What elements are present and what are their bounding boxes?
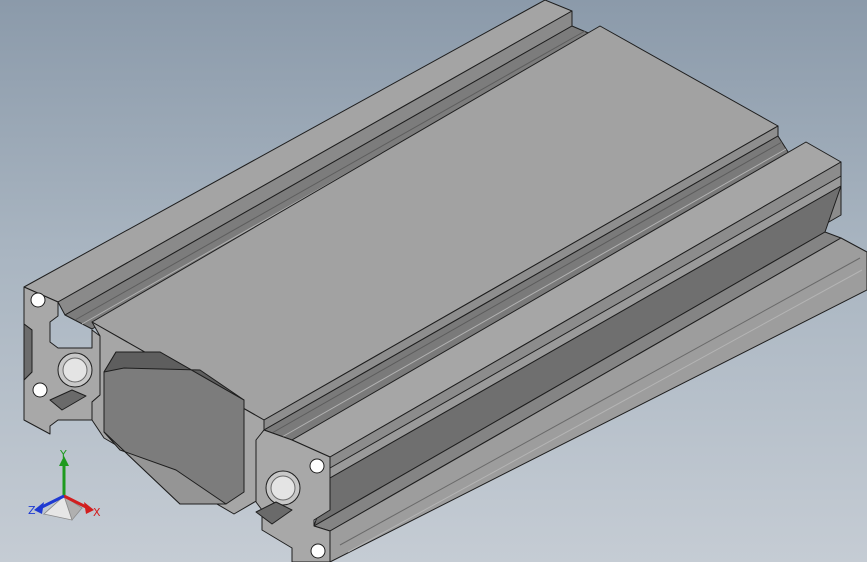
- graphics-viewport[interactable]: Y X Z: [0, 0, 867, 562]
- x-axis-label: X: [93, 506, 101, 519]
- extrusion-model[interactable]: [0, 0, 867, 562]
- reference-triad: Y X Z: [28, 448, 101, 521]
- z-axis-label: Z: [28, 504, 36, 517]
- end-face-hole-left-top: [30, 292, 46, 308]
- end-face-hole-right-bottom: [310, 543, 326, 559]
- y-axis-label: Y: [59, 448, 67, 461]
- end-face-left-slot: [23, 323, 33, 381]
- end-face-hole-left-bottom: [32, 382, 48, 398]
- y-axis-arrow: [59, 456, 69, 496]
- end-face-hole-right-top: [309, 458, 325, 474]
